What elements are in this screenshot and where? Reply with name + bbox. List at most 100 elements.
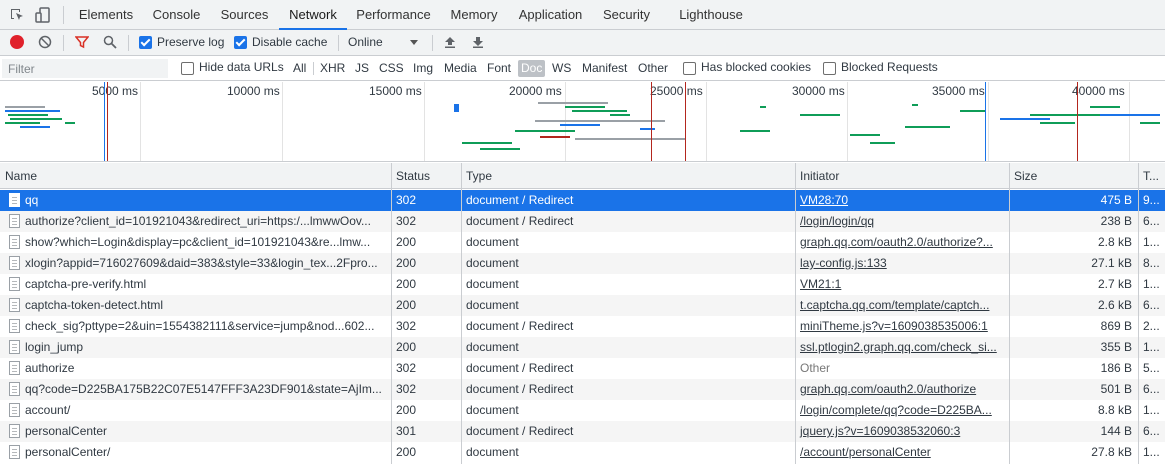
tab-lighthouse[interactable]: Lighthouse: [670, 0, 752, 30]
request-initiator[interactable]: VM21:1: [795, 274, 1009, 295]
disable-cache-checkbox[interactable]: [234, 36, 247, 49]
column-divider[interactable]: [795, 163, 796, 464]
filter-type-doc[interactable]: Doc: [518, 60, 546, 77]
import-har-icon[interactable]: [443, 35, 457, 49]
filter-type-manifest[interactable]: Manifest: [580, 60, 629, 77]
overview-tick-label: 40000 ms: [1072, 84, 1125, 98]
table-row[interactable]: qq?code=D225BA175B22C07E5147FFF3A23DF901…: [0, 379, 1165, 400]
tab-memory[interactable]: Memory: [440, 0, 508, 30]
overview-gridline: [140, 82, 141, 161]
filter-type-ws[interactable]: WS: [550, 60, 573, 77]
column-divider[interactable]: [1138, 163, 1139, 464]
column-divider[interactable]: [391, 163, 392, 464]
column-header-name[interactable]: Name: [0, 163, 391, 189]
column-divider[interactable]: [1009, 163, 1010, 464]
throttling-select[interactable]: Online: [348, 35, 383, 49]
device-toolbar-icon[interactable]: [34, 6, 52, 24]
request-initiator[interactable]: /login/login/qq: [795, 211, 1009, 232]
table-row[interactable]: check_sig?pttype=2&uin=1554382111&servic…: [0, 316, 1165, 337]
overview-request-bar: [5, 110, 60, 112]
request-initiator[interactable]: graph.qq.com/oauth2.0/authorize: [795, 379, 1009, 400]
request-initiator[interactable]: ssl.ptlogin2.graph.qq.com/check_si...: [795, 337, 1009, 358]
record-icon[interactable]: [10, 35, 24, 49]
request-size: 238 B: [1100, 214, 1132, 228]
column-header-size[interactable]: Size: [1009, 163, 1138, 189]
preserve-log-label[interactable]: Preserve log: [157, 35, 224, 49]
blocked-requests-label[interactable]: Blocked Requests: [841, 60, 938, 74]
table-row[interactable]: captcha-pre-verify.html 200 document VM21:1…: [0, 274, 1165, 295]
tab-elements[interactable]: Elements: [70, 0, 142, 30]
column-divider[interactable]: [461, 163, 462, 464]
request-initiator[interactable]: miniTheme.js?v=1609038535006:1: [795, 316, 1009, 337]
overview-request-bar: [5, 106, 45, 108]
preserve-log-checkbox[interactable]: [139, 36, 152, 49]
filter-icon[interactable]: [75, 35, 89, 49]
request-size: 2.6 kB: [1097, 298, 1132, 312]
request-initiator[interactable]: jquery.js?v=1609038532060:3: [795, 421, 1009, 442]
filter-type-xhr[interactable]: XHR: [318, 60, 347, 77]
tab-security[interactable]: Security: [593, 0, 660, 30]
filter-type-media[interactable]: Media: [442, 60, 479, 77]
table-row[interactable]: account/200 document/login/complete/qq?co…: [0, 400, 1165, 421]
filter-type-css[interactable]: CSS: [377, 60, 406, 77]
search-icon[interactable]: [103, 35, 117, 49]
overview-domcontentloaded-line: [104, 82, 105, 161]
tab-application[interactable]: Application: [509, 0, 592, 30]
overview-request-bar: [65, 122, 75, 124]
request-table: Name Status Type Initiator Size T... qq 3…: [0, 163, 1165, 464]
filter-type-js[interactable]: JS: [353, 60, 371, 77]
hide-data-urls-checkbox[interactable]: [181, 62, 194, 75]
request-initiator[interactable]: graph.qq.com/oauth2.0/authorize?...: [795, 232, 1009, 253]
overview-request-bar: [535, 120, 665, 122]
filter-type-other[interactable]: Other: [636, 60, 670, 77]
table-row[interactable]: personalCenter 301 document / Redirect jque…: [0, 421, 1165, 442]
column-header-initiator[interactable]: Initiator: [795, 163, 1009, 189]
has-blocked-cookies-checkbox[interactable]: [683, 62, 696, 75]
filter-type-img[interactable]: Img: [411, 60, 435, 77]
hide-data-urls-label[interactable]: Hide data URLs: [199, 60, 284, 74]
overview-request-bar: [10, 118, 62, 120]
table-row[interactable]: qq 302 document / Redirect VM28:70 475 B 9...: [0, 190, 1165, 211]
chevron-down-icon[interactable]: [410, 40, 418, 45]
request-type: document: [466, 277, 519, 291]
overview-request-bar: [565, 106, 605, 108]
request-status: 200: [396, 403, 417, 417]
export-har-icon[interactable]: [471, 35, 485, 49]
column-header-type[interactable]: Type: [461, 163, 795, 189]
tab-console[interactable]: Console: [143, 0, 210, 30]
request-initiator[interactable]: t.captcha.qq.com/template/captch...: [795, 295, 1009, 316]
clear-icon[interactable]: [38, 35, 52, 49]
table-row[interactable]: captcha-token-detect.html 200 document t.ca…: [0, 295, 1165, 316]
table-row[interactable]: xlogin?appid=716027609&daid=383&style=33…: [0, 253, 1165, 274]
request-initiator[interactable]: lay-config.js:133: [795, 253, 1009, 274]
request-initiator[interactable]: /account/personalCenter: [795, 442, 1009, 463]
overview-tick-label: 35000 ms: [932, 84, 985, 98]
column-header-status[interactable]: Status: [391, 163, 460, 189]
has-blocked-cookies-label[interactable]: Has blocked cookies: [701, 60, 811, 74]
table-row[interactable]: authorize?client_id=101921043&redirect_u…: [0, 211, 1165, 232]
tab-sources[interactable]: Sources: [211, 0, 278, 30]
table-row[interactable]: show?which=Login&display=pc&client_id=10…: [0, 232, 1165, 253]
overview-request-bar: [960, 110, 985, 112]
tab-network[interactable]: Network: [279, 0, 347, 30]
filter-type-all[interactable]: All: [291, 60, 308, 77]
request-initiator[interactable]: /login/complete/qq?code=D225BA...: [795, 400, 1009, 421]
disable-cache-label[interactable]: Disable cache: [252, 35, 327, 49]
request-name: account/: [25, 403, 71, 417]
request-status: 302: [396, 382, 417, 396]
timeline-overview[interactable]: 5000 ms 10000 ms 15000 ms 20000 ms 25000…: [0, 82, 1165, 162]
filter-type-font[interactable]: Font: [485, 60, 513, 77]
table-row[interactable]: personalCenter/200 document/account/perso…: [0, 442, 1165, 463]
inspect-element-icon[interactable]: [9, 7, 25, 23]
table-row[interactable]: login_jump 200 document ssl.ptlogin2.graph.…: [0, 337, 1165, 358]
request-type: document: [466, 445, 519, 459]
request-initiator[interactable]: VM28:70: [795, 190, 1009, 211]
request-size: 8.8 kB: [1097, 403, 1132, 417]
filter-input[interactable]: [2, 59, 168, 78]
filter-bar: Hide data URLs All XHR JS CSS Img Media …: [0, 56, 1165, 81]
tab-performance[interactable]: Performance: [348, 0, 439, 30]
toolbar-separator: [128, 35, 129, 51]
table-row[interactable]: authorize 302 document / Redirect Other 186 …: [0, 358, 1165, 379]
column-header-time[interactable]: T...: [1138, 163, 1165, 189]
blocked-requests-checkbox[interactable]: [823, 62, 836, 75]
